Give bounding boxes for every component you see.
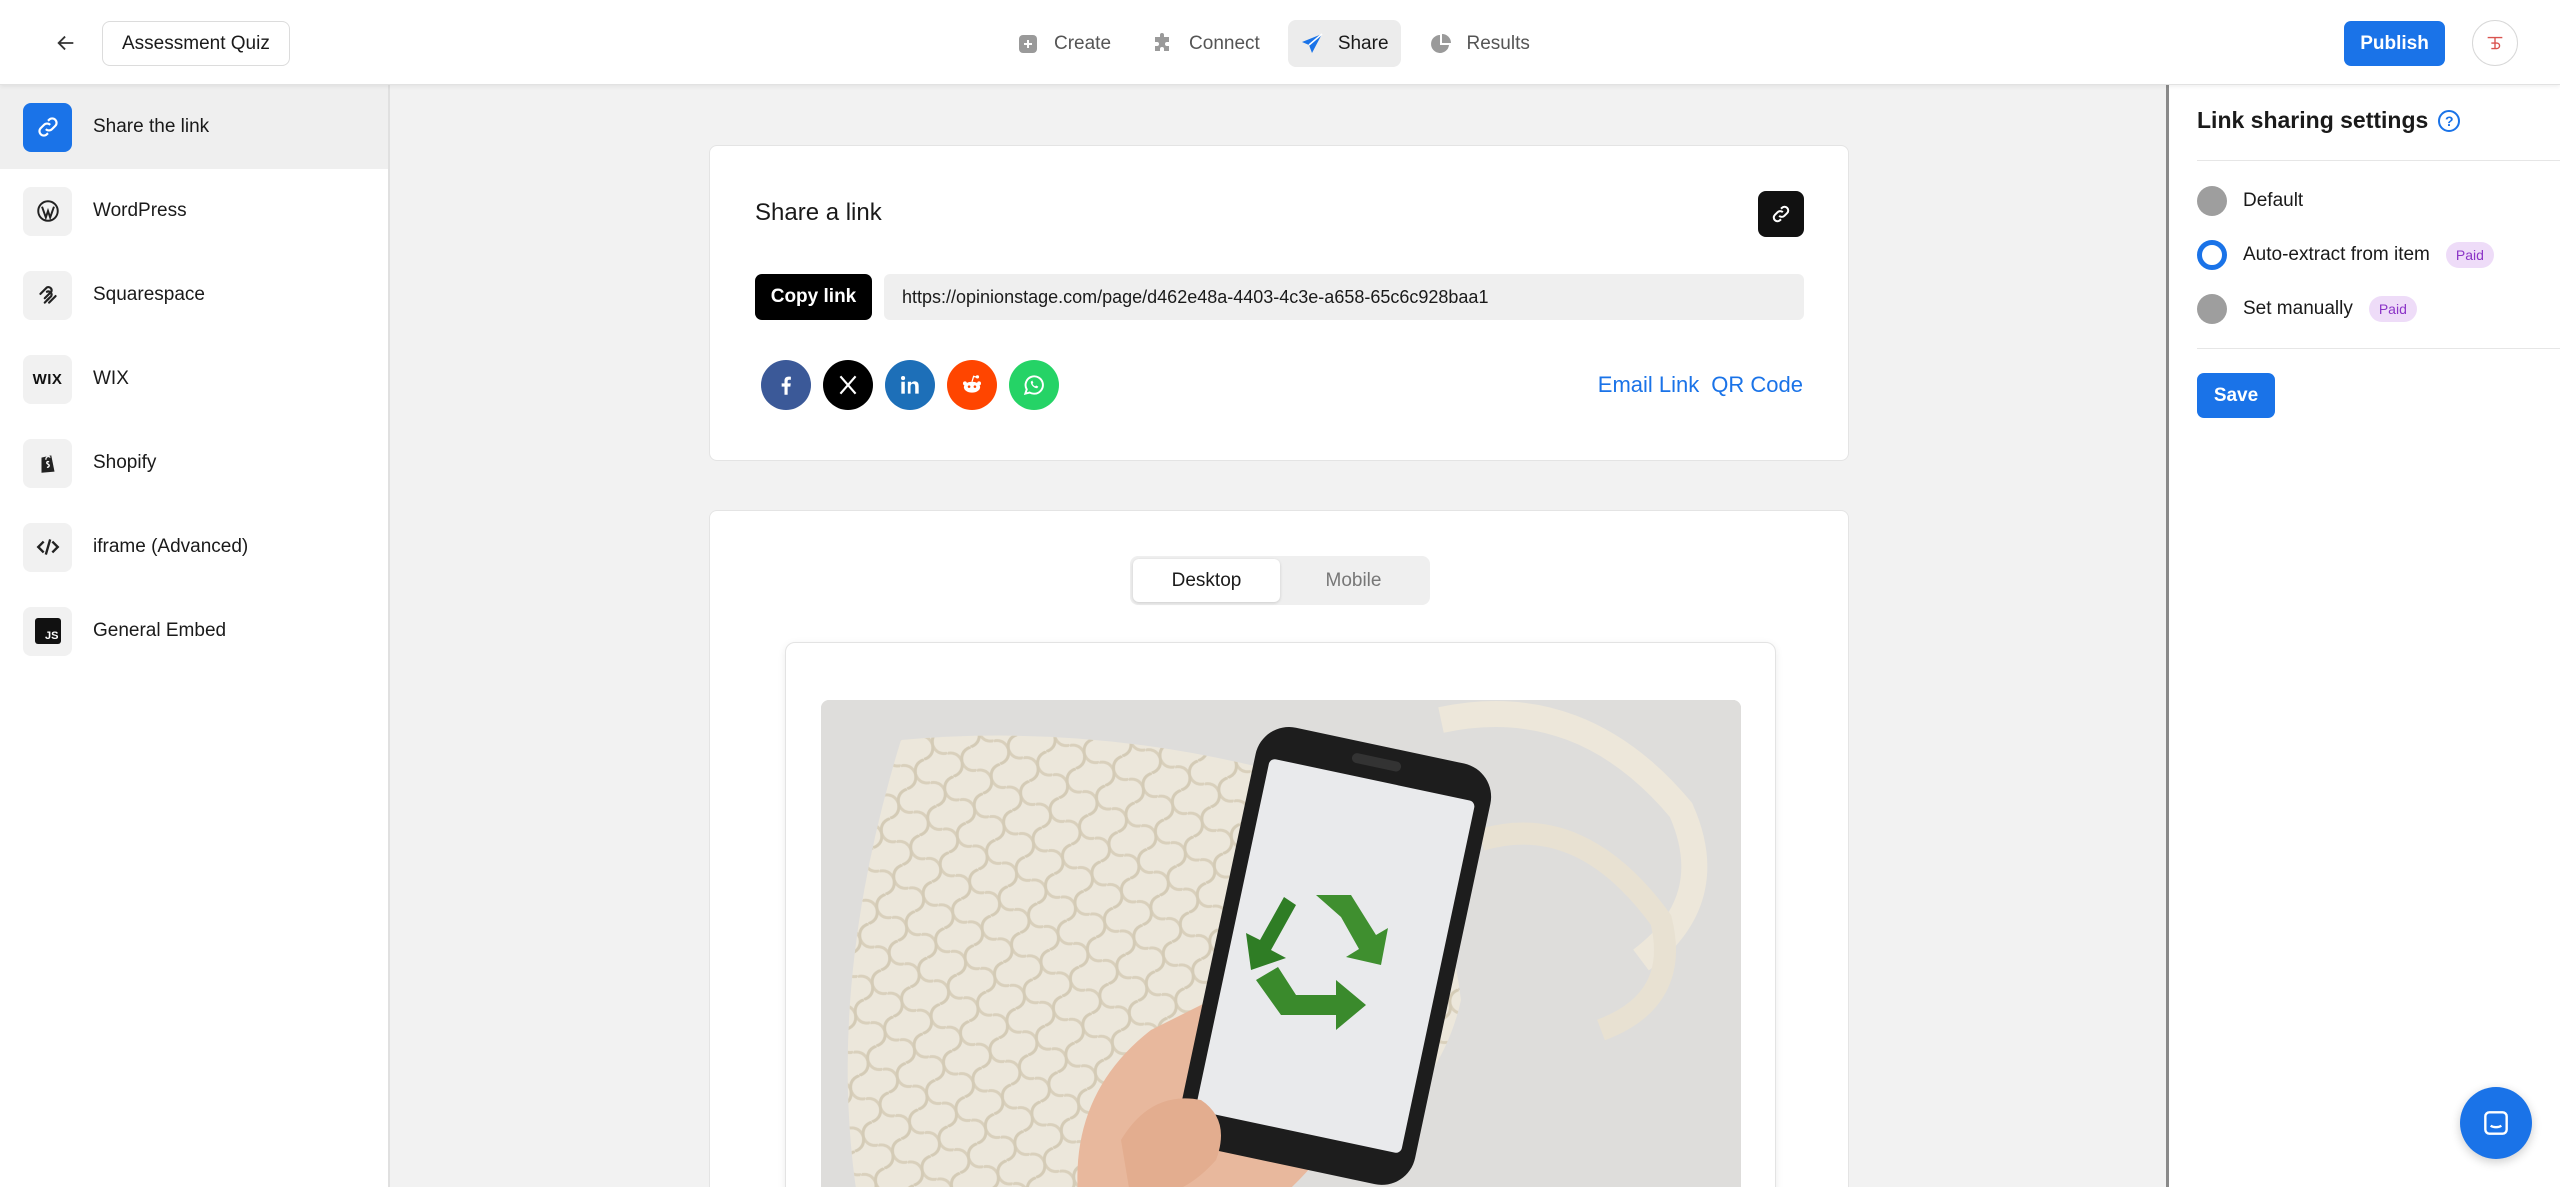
nav-create[interactable]: Create	[1004, 20, 1123, 67]
sidebar-item-label: WordPress	[93, 200, 187, 221]
social-share-buttons	[761, 360, 1059, 410]
option-label: Set manually	[2243, 298, 2353, 319]
shopify-icon	[23, 438, 72, 488]
facebook-icon	[781, 376, 791, 395]
quiz-cover-image	[821, 700, 1741, 1187]
wix-icon: WIX	[23, 354, 72, 404]
divider	[2197, 160, 2560, 161]
share-extra-links: Email Link QR Code	[1598, 372, 1803, 398]
option-label: Default	[2243, 190, 2304, 211]
preview-card: Desktop Mobile	[709, 510, 1849, 1187]
paper-plane-icon	[1301, 32, 1323, 53]
top-bar: Assessment Quiz Create Connect Share Res…	[0, 0, 2560, 85]
sidebar-item-general-embed[interactable]: JS General Embed	[0, 589, 388, 673]
nav-share[interactable]: Share	[1287, 20, 1401, 67]
js-icon: JS	[23, 606, 72, 656]
link-icon	[1772, 205, 1790, 223]
phone-recycle-photo	[821, 700, 1741, 1187]
linkedin-share-button[interactable]	[885, 360, 935, 410]
copy-link-button[interactable]: Copy link	[755, 274, 872, 320]
sidebar-item-label: Squarespace	[93, 284, 205, 305]
radio-default[interactable]	[2197, 186, 2227, 216]
plus-square-icon	[1019, 34, 1037, 53]
radio-set-manually[interactable]	[2197, 294, 2227, 324]
nav-connect[interactable]: Connect	[1139, 20, 1272, 67]
option-label: Auto-extract from item	[2243, 244, 2430, 265]
sidebar-item-label: iframe (Advanced)	[93, 536, 249, 557]
x-share-button[interactable]	[823, 360, 873, 410]
facebook-share-button[interactable]	[761, 360, 811, 410]
link-icon	[23, 102, 72, 152]
device-toggle: Desktop Mobile	[1130, 556, 1430, 605]
sidebar-item-wix[interactable]: WIX WIX	[0, 337, 388, 421]
squarespace-icon	[23, 270, 72, 320]
x-icon	[839, 375, 857, 395]
arrow-left-icon	[57, 35, 74, 51]
reddit-icon	[963, 375, 981, 393]
quiz-title[interactable]: Assessment Quiz	[102, 21, 290, 66]
wordpress-icon	[23, 186, 72, 236]
preview-frame	[785, 642, 1776, 1187]
link-button[interactable]	[1758, 191, 1804, 237]
nav-share-label: Share	[1337, 32, 1389, 54]
tab-desktop[interactable]: Desktop	[1133, 559, 1280, 602]
back-button[interactable]	[44, 22, 88, 64]
sidebar-item-wordpress[interactable]: WordPress	[0, 169, 388, 253]
whatsapp-share-button[interactable]	[1009, 360, 1059, 410]
puzzle-icon	[1155, 32, 1170, 51]
settings-title-text: Link sharing settings	[2197, 107, 2429, 133]
help-icon[interactable]: ?	[2438, 109, 2461, 132]
save-button[interactable]: Save	[2197, 373, 2275, 418]
nav-results[interactable]: Results	[1417, 20, 1542, 67]
pie-chart-icon	[1430, 33, 1451, 53]
main-nav: Create Connect Share Results	[1004, 20, 1542, 67]
email-link[interactable]: Email Link	[1598, 372, 1699, 398]
sidebar-item-label: Shopify	[93, 452, 157, 473]
publish-button[interactable]: Publish	[2344, 21, 2445, 66]
nav-create-label: Create	[1054, 32, 1112, 54]
option-default[interactable]: Default	[2197, 186, 2303, 216]
tab-mobile[interactable]: Mobile	[1280, 559, 1427, 602]
sidebar-item-share-link[interactable]: Share the link	[0, 85, 388, 169]
nav-connect-label: Connect	[1189, 32, 1260, 54]
chat-icon	[2484, 1111, 2508, 1135]
whatsapp-icon	[1023, 375, 1044, 396]
qr-code-link[interactable]: QR Code	[1711, 372, 1803, 398]
chat-support-button[interactable]	[2460, 1087, 2532, 1159]
sidebar-item-squarespace[interactable]: Squarespace	[0, 253, 388, 337]
divider	[2197, 348, 2560, 349]
option-set-manually[interactable]: Set manually Paid	[2197, 294, 2417, 324]
sidebar-item-label: General Embed	[93, 620, 227, 641]
option-auto-extract[interactable]: Auto-extract from item Paid	[2197, 240, 2494, 270]
user-logo-icon	[2487, 36, 2503, 50]
radio-auto-extract[interactable]	[2197, 240, 2227, 270]
share-url-field[interactable]: https://opinionstage.com/page/d462e48a-4…	[884, 274, 1804, 320]
share-link-card: Share a link Copy link https://opinionst…	[709, 145, 1849, 461]
link-sharing-settings-panel: Link sharing settings ? Default Auto-ext…	[2166, 85, 2560, 1187]
share-sidebar: Share the link WordPress Squarespace WIX…	[0, 85, 390, 1187]
linkedin-icon	[901, 376, 919, 394]
nav-results-label: Results	[1466, 32, 1530, 54]
sidebar-item-iframe[interactable]: iframe (Advanced)	[0, 505, 388, 589]
sidebar-item-shopify[interactable]: Shopify	[0, 421, 388, 505]
avatar[interactable]	[2472, 20, 2518, 66]
code-icon	[23, 522, 72, 572]
reddit-share-button[interactable]	[947, 360, 997, 410]
sidebar-item-label: Share the link	[93, 116, 210, 137]
settings-title: Link sharing settings ?	[2197, 107, 2461, 134]
sidebar-item-label: WIX	[93, 368, 129, 389]
paid-badge: Paid	[2445, 242, 2494, 268]
share-card-title: Share a link	[755, 199, 882, 226]
paid-badge: Paid	[2368, 296, 2417, 322]
